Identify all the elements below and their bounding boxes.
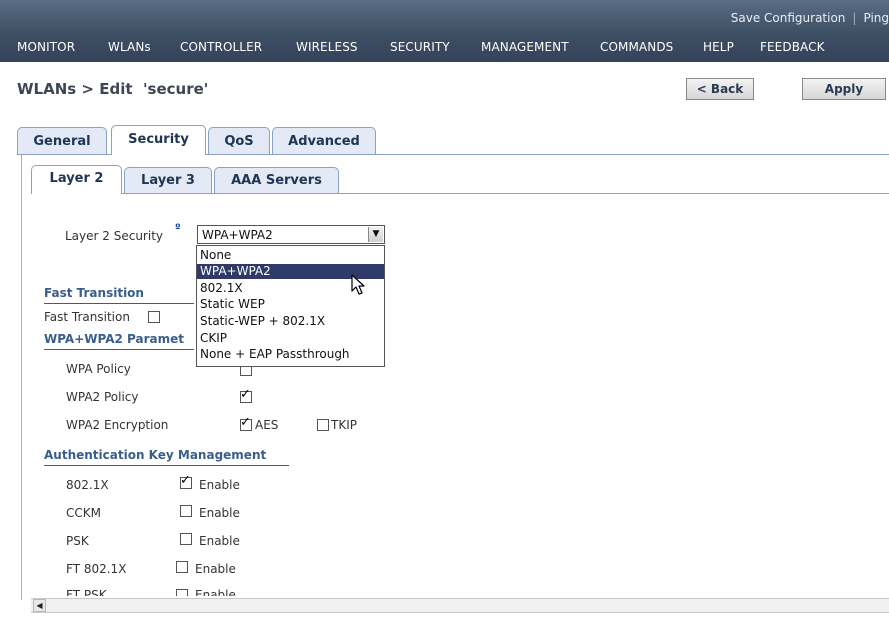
menu-wireless[interactable]: WIRELESS	[296, 40, 358, 54]
ping-link[interactable]: Ping	[863, 11, 889, 25]
security-panel	[21, 155, 889, 600]
check-icon: ✓	[240, 415, 251, 430]
option-none[interactable]: None	[197, 248, 384, 263]
wpa2-policy-checkbox[interactable]: ✓	[240, 387, 252, 403]
fast-transition-heading: Fast Transition	[44, 286, 144, 300]
top-link-separator: |	[852, 11, 857, 25]
subtab-layer2[interactable]: Layer 2	[31, 165, 122, 194]
option-none-eap-passthrough[interactable]: None + EAP Passthrough	[197, 347, 384, 362]
akm-row-label: CCKM	[66, 506, 101, 520]
akm-row-label: PSK	[66, 534, 89, 548]
back-button[interactable]: < Back	[686, 78, 754, 100]
menu-management[interactable]: MANAGEMENT	[481, 40, 569, 54]
check-icon: ✓	[240, 387, 251, 402]
akm-row-label: FT 802.1X	[66, 562, 127, 576]
menu-monitor[interactable]: MONITOR	[17, 40, 75, 54]
wpa-params-heading: WPA+WPA2 Paramet	[44, 332, 184, 346]
menu-security[interactable]: SECURITY	[390, 40, 450, 54]
menu-help[interactable]: HELP	[703, 40, 734, 54]
section-rule	[44, 349, 194, 350]
layer2-security-value: WPA+WPA2	[202, 228, 273, 242]
menu-controller[interactable]: CONTROLLER	[180, 40, 262, 54]
top-header: Save Configuration | Ping MONITOR WLANs CO…	[0, 0, 889, 62]
akm-enable-label: Enable	[195, 562, 236, 576]
check-icon: ✓	[180, 473, 191, 488]
menu-feedback[interactable]: FEEDBACK	[760, 40, 825, 54]
akm-enable-label: Enable	[199, 506, 240, 520]
option-ckip[interactable]: CKIP	[197, 331, 384, 346]
akm-row-label: FT PSK	[66, 588, 107, 596]
akm-row-label: 802.1X	[66, 478, 109, 492]
akm-enable-label: Enable	[199, 478, 240, 492]
section-rule	[44, 303, 194, 304]
mouse-pointer-icon	[351, 274, 365, 295]
aes-label: AES	[255, 418, 279, 432]
clipped-row: FT PSK Enable	[60, 586, 320, 596]
menu-commands[interactable]: COMMANDS	[600, 40, 673, 54]
akm-enable-label: Enable	[199, 534, 240, 548]
wpa-policy-label: WPA Policy	[66, 362, 131, 376]
section-rule	[44, 465, 289, 466]
subtab-aaa-servers[interactable]: AAA Servers	[214, 167, 339, 194]
top-links: Save Configuration | Ping	[731, 11, 889, 25]
fast-transition-label: Fast Transition	[44, 310, 130, 324]
option-static-wep[interactable]: Static WEP	[197, 297, 384, 312]
tab-qos[interactable]: QoS	[208, 127, 270, 155]
wpa2-policy-label: WPA2 Policy	[66, 390, 139, 404]
akm-ft-8021x-checkbox[interactable]	[176, 561, 188, 573]
tkip-checkbox[interactable]	[317, 419, 329, 431]
option-static-wep-8021x[interactable]: Static-WEP + 802.1X	[197, 314, 384, 329]
subtab-layer3[interactable]: Layer 3	[124, 167, 212, 194]
tab-security[interactable]: Security	[111, 125, 206, 155]
menu-wlans[interactable]: WLANs	[108, 40, 151, 54]
akm-psk-checkbox[interactable]	[180, 533, 192, 545]
layer2-security-label: Layer 2 Security	[65, 229, 163, 243]
layer2-security-select[interactable]: WPA+WPA2 ▼	[197, 225, 385, 244]
help-icon[interactable]: º	[175, 223, 181, 234]
horizontal-scrollbar[interactable]	[31, 598, 889, 613]
fast-transition-checkbox[interactable]	[148, 311, 160, 323]
akm-cckm-checkbox[interactable]	[180, 505, 192, 517]
akm-heading: Authentication Key Management	[44, 448, 267, 462]
wpa2-encryption-label: WPA2 Encryption	[66, 418, 169, 432]
page-title: WLANs > Edit 'secure'	[17, 80, 209, 98]
layer2-security-dropdown: None WPA+WPA2 802.1X Static WEP Static-W…	[196, 245, 385, 367]
apply-button[interactable]: Apply	[802, 78, 886, 100]
subtab-divider	[31, 193, 889, 194]
scroll-left-icon[interactable]: ◀	[33, 599, 46, 612]
akm-ft-psk-checkbox[interactable]	[176, 589, 188, 596]
tab-general[interactable]: General	[17, 127, 107, 155]
akm-8021x-checkbox[interactable]: ✓	[180, 473, 192, 489]
save-configuration-link[interactable]: Save Configuration	[731, 11, 846, 25]
akm-enable-label: Enable	[195, 588, 236, 596]
tab-advanced[interactable]: Advanced	[272, 127, 376, 155]
tkip-label: TKIP	[331, 418, 357, 432]
chevron-down-icon[interactable]: ▼	[368, 227, 383, 242]
aes-checkbox[interactable]: ✓	[240, 415, 252, 431]
